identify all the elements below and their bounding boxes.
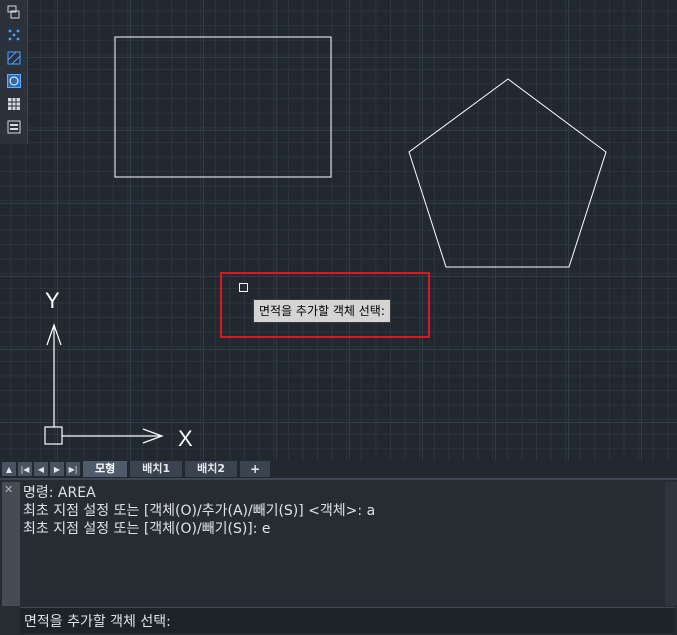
command-input[interactable]: 면적을 추가할 객체 선택: [20, 607, 675, 633]
tool-palette [0, 0, 28, 144]
add-layout-button[interactable]: + [240, 461, 271, 477]
command-scrollbar[interactable] [665, 482, 677, 606]
highlight-box [220, 272, 430, 338]
points-icon[interactable] [0, 23, 27, 46]
close-icon[interactable]: ✕ [4, 483, 13, 496]
circle-select-icon[interactable] [0, 69, 27, 92]
history-line: 최초 지점 설정 또는 [객체(O)/빼기(S)]: e [23, 521, 271, 537]
command-history: 명령: AREA 최초 지점 설정 또는 [객체(O)/추가(A)/빼기(S)] … [23, 484, 375, 538]
ucs-icon [44, 323, 164, 445]
table-icon[interactable] [0, 92, 27, 115]
rectangle-entity[interactable] [114, 36, 332, 178]
command-window-grip[interactable] [2, 482, 20, 606]
tab-first-button[interactable]: |◀ [18, 462, 32, 476]
layout-tab-bar: ▲ |◀ ◀ ▶ ▶| 모형 배치1 배치2 + [0, 460, 677, 478]
tab-layout2[interactable]: 배치2 [185, 461, 238, 477]
command-window: ✕ 명령: AREA 최초 지점 설정 또는 [객체(O)/추가(A)/빼기(S)… [0, 478, 677, 635]
pentagon-entity[interactable] [408, 78, 607, 268]
tab-prev-button[interactable]: ◀ [34, 462, 48, 476]
ucs-x-label: X [178, 426, 193, 451]
tab-scroll-up-button[interactable]: ▲ [2, 462, 16, 476]
drawing-canvas[interactable]: Y X 면적을 추가할 객체 선택: [0, 0, 677, 460]
history-line: 명령: AREA [23, 485, 96, 501]
tab-last-button[interactable]: ▶| [66, 462, 80, 476]
properties-panel-icon[interactable] [0, 115, 27, 138]
tab-next-button[interactable]: ▶ [50, 462, 64, 476]
drawing-entities[interactable]: Y X [0, 0, 677, 460]
hatch-icon[interactable] [0, 46, 27, 69]
tab-model[interactable]: 모형 [83, 461, 128, 477]
tab-layout1[interactable]: 배치1 [130, 461, 183, 477]
layer-properties-icon[interactable] [0, 0, 27, 23]
command-prompt: 면적을 추가할 객체 선택: [24, 614, 171, 630]
ucs-y-label: Y [45, 288, 60, 313]
history-line: 최초 지점 설정 또는 [객체(O)/추가(A)/빼기(S)] <객체>: a [23, 503, 376, 519]
